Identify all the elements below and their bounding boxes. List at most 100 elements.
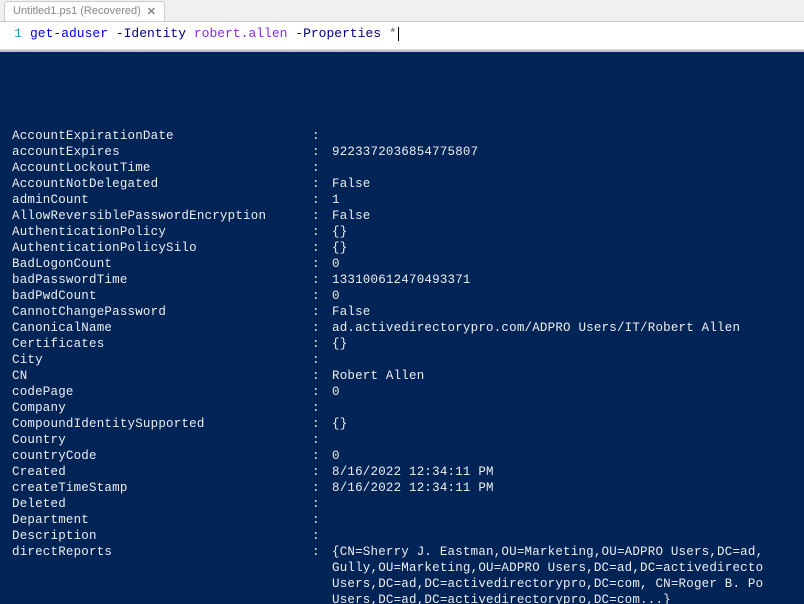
property-separator: : [312,448,332,464]
property-name: City [12,352,312,368]
property-name: badPwdCount [12,288,312,304]
property-value [332,400,792,416]
property-name: accountExpires [12,144,312,160]
property-separator: : [312,176,332,192]
property-value: 8/16/2022 12:34:11 PM [332,480,792,496]
property-row: AccountExpirationDate: [12,128,792,144]
console-output[interactable]: AccountExpirationDate: accountExpires: 9… [0,50,804,604]
property-name: countryCode [12,448,312,464]
property-row: adminCount: 1 [12,192,792,208]
property-row: Department: [12,512,792,528]
property-row: BadLogonCount: 0 [12,256,792,272]
property-name: Certificates [12,336,312,352]
line-number: 1 [0,22,30,49]
property-value: 133100612470493371 [332,272,792,288]
property-row: AuthenticationPolicySilo: {} [12,240,792,256]
property-value-continuation: Users,DC=ad,DC=activedirectorypro,DC=com… [12,576,792,592]
tab-bar: Untitled1.ps1 (Recovered) ✕ [0,0,804,22]
property-separator: : [312,464,332,480]
property-row: codePage: 0 [12,384,792,400]
property-separator: : [312,496,332,512]
property-separator: : [312,544,332,560]
property-separator: : [312,400,332,416]
property-value [332,128,792,144]
code-line[interactable]: get-aduser -Identity robert.allen -Prope… [30,22,399,49]
property-separator: : [312,272,332,288]
property-name: AccountNotDelegated [12,176,312,192]
property-row: badPwdCount: 0 [12,288,792,304]
property-separator: : [312,224,332,240]
property-name: Deleted [12,496,312,512]
property-name: AccountLockoutTime [12,160,312,176]
property-value-continuation: Gully,OU=Marketing,OU=ADPRO Users,DC=ad,… [12,560,792,576]
property-row: CanonicalName: ad.activedirectorypro.com… [12,320,792,336]
property-value: 0 [332,384,792,400]
property-row: City: [12,352,792,368]
property-row: accountExpires: 9223372036854775807 [12,144,792,160]
file-tab[interactable]: Untitled1.ps1 (Recovered) ✕ [4,1,165,21]
property-row: createTimeStamp: 8/16/2022 12:34:11 PM [12,480,792,496]
property-value: Robert Allen [332,368,792,384]
property-row: AllowReversiblePasswordEncryption: False [12,208,792,224]
property-separator: : [312,416,332,432]
property-row: AccountNotDelegated: False [12,176,792,192]
property-value: 9223372036854775807 [332,144,792,160]
property-value: 0 [332,288,792,304]
property-name: BadLogonCount [12,256,312,272]
property-value [332,496,792,512]
property-row: CompoundIdentitySupported: {} [12,416,792,432]
property-separator: : [312,128,332,144]
tab-title: Untitled1.ps1 (Recovered) [13,5,141,17]
param-token: -Properties [287,26,388,41]
property-name: directReports [12,544,312,560]
property-row: Created: 8/16/2022 12:34:11 PM [12,464,792,480]
property-separator: : [312,160,332,176]
property-separator: : [312,304,332,320]
property-value: 0 [332,448,792,464]
property-value: False [332,208,792,224]
property-row: CN: Robert Allen [12,368,792,384]
property-name: AllowReversiblePasswordEncryption [12,208,312,224]
property-separator: : [312,352,332,368]
property-value: False [332,176,792,192]
property-value: {} [332,240,792,256]
property-name: Department [12,512,312,528]
property-value: {CN=Sherry J. Eastman,OU=Marketing,OU=AD… [332,544,792,560]
property-value: {} [332,416,792,432]
property-value-continuation: Users,DC=ad,DC=activedirectorypro,DC=com… [12,592,792,604]
property-name: Created [12,464,312,480]
property-separator: : [312,320,332,336]
property-separator: : [312,480,332,496]
property-separator: : [312,208,332,224]
property-name: createTimeStamp [12,480,312,496]
property-value [332,432,792,448]
property-row: AuthenticationPolicy: {} [12,224,792,240]
operator-token: * [389,26,397,41]
property-name: AuthenticationPolicy [12,224,312,240]
property-value: 1 [332,192,792,208]
property-separator: : [312,384,332,400]
property-name: CompoundIdentitySupported [12,416,312,432]
property-name: codePage [12,384,312,400]
property-value [332,160,792,176]
property-name: Company [12,400,312,416]
property-separator: : [312,512,332,528]
property-name: AccountExpirationDate [12,128,312,144]
property-value: 8/16/2022 12:34:11 PM [332,464,792,480]
property-separator: : [312,368,332,384]
property-row: Deleted: [12,496,792,512]
property-row: CannotChangePassword: False [12,304,792,320]
script-editor[interactable]: 1 get-aduser -Identity robert.allen -Pro… [0,22,804,50]
property-name: adminCount [12,192,312,208]
property-row: Company: [12,400,792,416]
property-row: badPasswordTime: 133100612470493371 [12,272,792,288]
property-name: AuthenticationPolicySilo [12,240,312,256]
value-token: robert.allen [194,26,288,41]
property-value: False [332,304,792,320]
close-icon[interactable]: ✕ [147,5,156,18]
property-name: Description [12,528,312,544]
cmdlet-token: get-aduser [30,26,108,41]
property-separator: : [312,240,332,256]
property-value: 0 [332,256,792,272]
property-name: CannotChangePassword [12,304,312,320]
